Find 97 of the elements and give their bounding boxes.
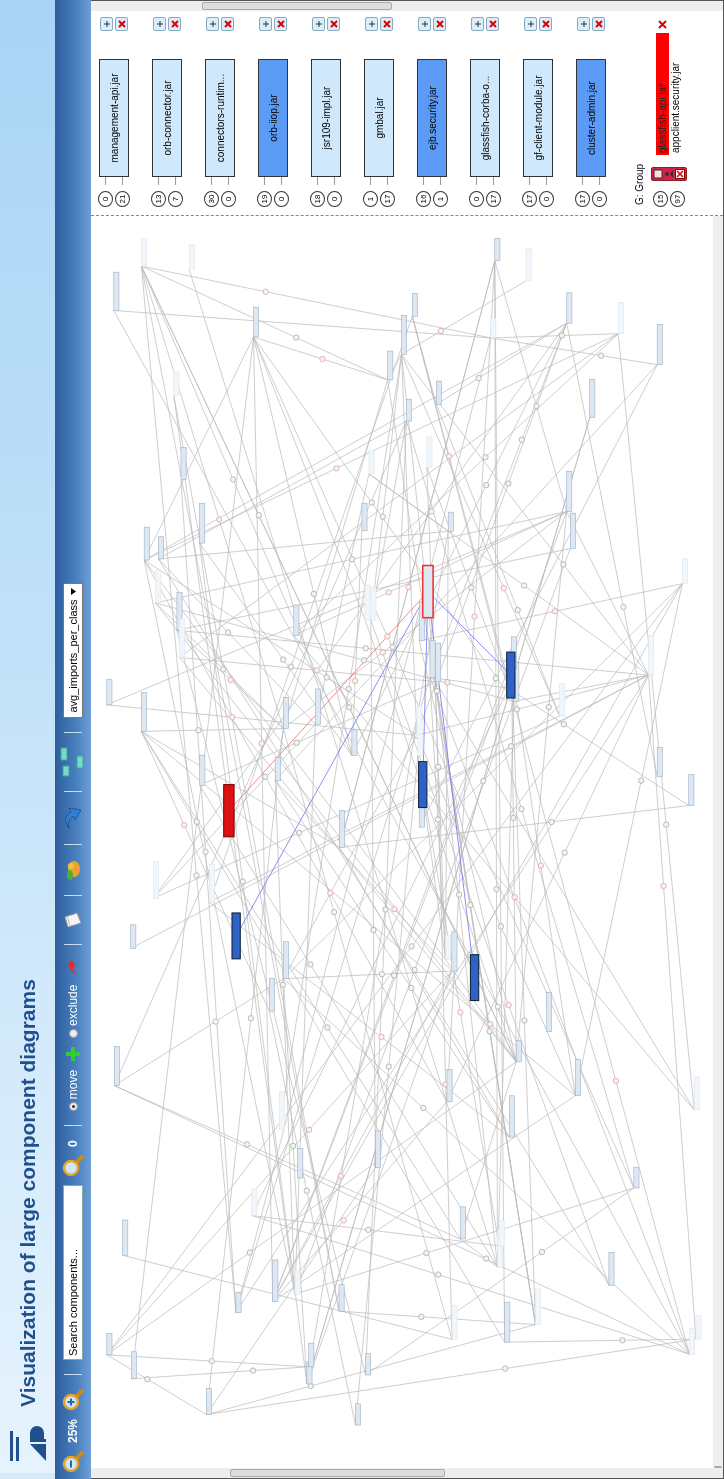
mode-radio[interactable]: exclude xyxy=(66,984,80,1038)
component-box[interactable]: management-api.jar xyxy=(99,59,129,177)
square-icon[interactable] xyxy=(653,169,663,179)
count-badge: 0 xyxy=(98,191,113,207)
remove-button[interactable] xyxy=(221,17,234,31)
close-icon xyxy=(276,20,285,28)
count-badge: 0 xyxy=(327,191,342,207)
zoom-level: 25% xyxy=(66,1418,80,1443)
count-badge: 17 xyxy=(486,191,501,207)
remove-button[interactable] xyxy=(433,17,446,31)
app-title: Visualization of large component diagrams xyxy=(15,979,40,1407)
scrollbar[interactable] xyxy=(713,216,723,1468)
scrollbar[interactable] xyxy=(91,1468,723,1478)
search-field[interactable]: Search components... xyxy=(63,1184,83,1360)
count-badge: 17 xyxy=(522,191,537,207)
plus-icon xyxy=(155,20,164,28)
count-badge: 18 xyxy=(310,191,325,207)
count-badge: 13 xyxy=(151,191,166,207)
remove-button[interactable] xyxy=(327,17,340,31)
expand-button[interactable] xyxy=(206,17,219,31)
remove-button[interactable] xyxy=(274,17,287,31)
component-box[interactable]: gmbal.jar xyxy=(364,59,394,177)
remove-button[interactable] xyxy=(539,17,552,31)
close-icon xyxy=(382,20,391,28)
expand-button[interactable] xyxy=(577,17,590,31)
count-badge: 0 xyxy=(221,191,236,207)
plus-icon xyxy=(261,20,270,28)
component-box[interactable]: orb-iiop.jar xyxy=(258,59,288,177)
search-icon[interactable] xyxy=(62,1154,84,1177)
count-badge: 7 xyxy=(168,191,183,207)
metric-dropdown[interactable]: avg_imports_per_class xyxy=(63,582,83,718)
group-member[interactable]: appclient.security.jar xyxy=(669,33,682,155)
plus-icon xyxy=(208,20,217,28)
plus-icon xyxy=(314,20,323,28)
mode-radio[interactable]: move xyxy=(66,1069,80,1112)
expand-button[interactable] xyxy=(100,17,113,31)
close-icon xyxy=(594,20,603,28)
count-badge: 97 xyxy=(670,191,685,207)
expand-button[interactable] xyxy=(524,17,537,31)
expand-button[interactable] xyxy=(471,17,484,31)
count-badge: 17 xyxy=(575,191,590,207)
expand-button[interactable] xyxy=(259,17,272,31)
expand-button[interactable] xyxy=(418,17,431,31)
count-badge: 19 xyxy=(257,191,272,207)
component-box[interactable]: cluster-admin.jar xyxy=(576,59,606,177)
component-box[interactable]: connectors-runtim... xyxy=(205,59,235,177)
close-icon xyxy=(329,20,338,28)
remove-button[interactable] xyxy=(380,17,393,31)
expand-button[interactable] xyxy=(153,17,166,31)
count-badge: 1 xyxy=(363,191,378,207)
remove-button[interactable] xyxy=(115,17,128,31)
count-badge: 1 xyxy=(433,191,448,207)
component-box[interactable]: orb-connector.jar xyxy=(152,59,182,177)
plus-icon[interactable] xyxy=(65,1045,81,1062)
match-count: 0 xyxy=(66,1140,80,1147)
plus-icon xyxy=(367,20,376,28)
group-label: G: Group xyxy=(634,163,645,205)
zoom-in-icon[interactable] xyxy=(62,1388,84,1411)
component-box[interactable]: gf-client-module.jar xyxy=(523,59,553,177)
expand-button[interactable] xyxy=(312,17,325,31)
close-icon xyxy=(117,20,126,28)
count-badge: 15 xyxy=(653,191,668,207)
count-badge: 0 xyxy=(592,191,607,207)
plus-icon xyxy=(473,20,482,28)
group-member[interactable]: glassfish-api.jar xyxy=(656,33,669,155)
close-icon xyxy=(435,20,444,28)
count-badge: 0 xyxy=(274,191,289,207)
count-badge: 21 xyxy=(115,191,130,207)
plus-icon xyxy=(420,20,429,28)
boxes-icon[interactable] xyxy=(60,746,86,777)
plus-icon xyxy=(102,20,111,28)
component-box[interactable]: jsr109-impl.jar xyxy=(311,59,341,177)
zoom-out-icon[interactable] xyxy=(62,1451,84,1473)
close-icon xyxy=(223,20,232,28)
count-badge: 17 xyxy=(380,191,395,207)
close-icon xyxy=(170,20,179,28)
component-box[interactable]: ejb.security.jar xyxy=(417,59,447,177)
caret-icon xyxy=(70,587,76,595)
close-icon[interactable] xyxy=(658,20,667,29)
count-badge: 16 xyxy=(416,191,431,207)
count-badge: 30 xyxy=(204,191,219,207)
curved-arrow-icon[interactable] xyxy=(63,805,83,830)
remove-button[interactable] xyxy=(592,17,605,31)
document-icon[interactable] xyxy=(63,909,83,930)
plus-icon xyxy=(526,20,535,28)
expand-button[interactable] xyxy=(365,17,378,31)
remove-button[interactable] xyxy=(168,17,181,31)
university-logo xyxy=(7,1425,48,1463)
scrollbar[interactable] xyxy=(91,1,723,11)
remove-button[interactable] xyxy=(486,17,499,31)
close-icon xyxy=(541,20,550,28)
close-icon xyxy=(488,20,497,28)
close-icon[interactable] xyxy=(675,169,685,179)
plus-icon xyxy=(579,20,588,28)
count-badge: 0 xyxy=(469,191,484,207)
count-badge: 0 xyxy=(539,191,554,207)
component-box[interactable]: glassfish-corba-o... xyxy=(470,59,500,177)
